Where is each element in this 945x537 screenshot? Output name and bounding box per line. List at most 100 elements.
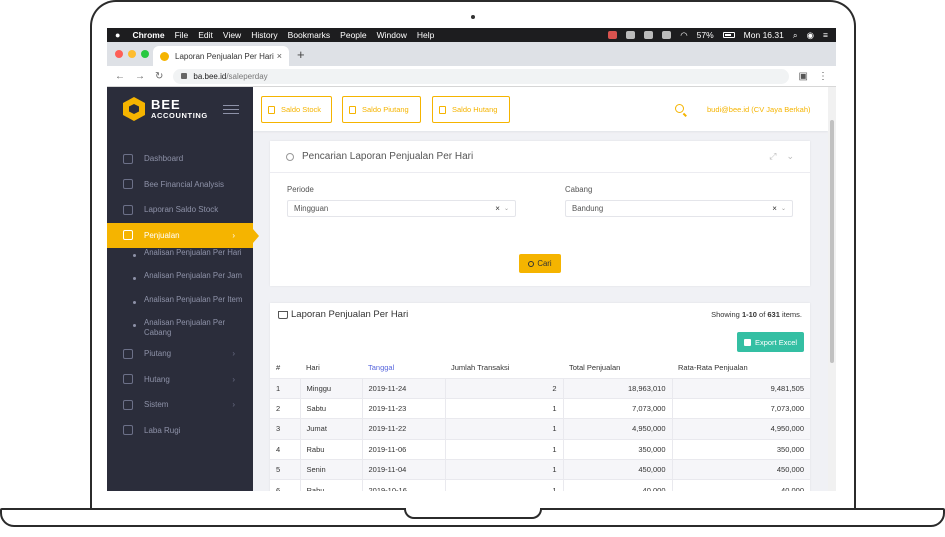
sidebar-item-label: Hutang (144, 374, 170, 384)
sidebar-item-sistem[interactable]: Sistem › (107, 392, 253, 418)
feather-icon[interactable] (644, 31, 654, 39)
col-tanggal-sort[interactable]: Tanggal (362, 358, 445, 379)
table-cell: 2019-11-23 (362, 398, 446, 420)
sidebar-item-saldo-stock[interactable]: Laporan Saldo Stock (107, 197, 253, 223)
table-cell: 4,950,000 (672, 418, 810, 440)
battery-percent: 57% (696, 30, 714, 40)
cart-icon (278, 310, 288, 319)
list-icon[interactable]: ≡ (823, 30, 828, 40)
table-cell: 2 (270, 398, 301, 420)
excel-icon (743, 338, 751, 346)
user-icon[interactable]: ◉ (807, 30, 814, 41)
hamburger-icon[interactable] (223, 104, 239, 114)
toolbar-right: ▣ ⋮ (799, 71, 828, 82)
chevron-icon: › (232, 230, 235, 240)
search-icon[interactable] (675, 104, 684, 113)
table-cell: 450,000 (563, 459, 673, 481)
screen: ● Chrome File Edit View History Bookmark… (107, 28, 836, 491)
wifi-icon[interactable]: ◠ (680, 30, 687, 41)
sidebar-item-financial-analysis[interactable]: Bee Financial Analysis (107, 172, 253, 198)
menu-people[interactable]: People (340, 30, 366, 40)
address-bar[interactable]: ba.bee.id/saleperday (173, 68, 789, 84)
clear-icon[interactable]: × (772, 204, 777, 213)
table-cell: 9,481,505 (672, 378, 810, 399)
browser-tab[interactable]: Laporan Penjualan Per Hari × (153, 46, 289, 66)
reload-icon[interactable]: ↻ (155, 71, 163, 82)
app: BEE ACCOUNTING Dashboard Bee Financial A… (107, 87, 836, 491)
battery-icon[interactable] (722, 32, 735, 38)
user-account[interactable]: budi@bee.id (CV Jaya Berkah) (707, 105, 811, 114)
table-cell: 4 (270, 439, 301, 461)
table-cell: 7,073,000 (563, 398, 673, 420)
hutang-icon (439, 105, 446, 114)
saldo-piutang-button[interactable]: Saldo Piutang (342, 96, 421, 123)
more-menu-icon[interactable]: ⋮ (818, 71, 828, 82)
brand: BEE ACCOUNTING (107, 87, 253, 131)
close-tab-icon[interactable]: × (277, 51, 282, 61)
chevron-down-icon[interactable]: ⌄ (781, 205, 786, 212)
cabang-value: Bandung (572, 204, 604, 213)
profile-icon[interactable]: ▣ (799, 71, 808, 82)
export-excel-button[interactable]: Export Excel (737, 332, 804, 352)
panel-tools: ⤢ ⌄ (769, 151, 794, 162)
table-cell: 2019-10-16 (362, 479, 446, 491)
collapse-icon[interactable]: ⌄ (786, 151, 794, 162)
search-icon[interactable]: ⌕ (793, 30, 798, 41)
back-icon[interactable]: ← (115, 71, 125, 82)
expand-icon[interactable]: ⤢ (769, 151, 776, 162)
close-window-button[interactable] (115, 50, 123, 58)
menu-edit[interactable]: Edit (198, 30, 213, 40)
piutang-icon (123, 348, 133, 359)
sidebar-item-penjualan[interactable]: Penjualan › (107, 222, 259, 248)
sidebar-item-label: Laporan Saldo Stock (144, 205, 219, 215)
tool-icon[interactable] (662, 31, 672, 39)
saldo-hutang-button[interactable]: Saldo Hutang (432, 96, 510, 123)
button-label: Cari (537, 259, 552, 268)
clear-icon[interactable]: × (495, 204, 500, 213)
clock[interactable]: Mon 16.31 (744, 30, 784, 40)
minimize-window-button[interactable] (128, 50, 136, 58)
menu-view[interactable]: View (223, 30, 241, 40)
stock-icon (123, 204, 133, 215)
status-icon[interactable] (626, 31, 636, 39)
cabang-select[interactable]: Bandung × ⌄ (565, 200, 793, 217)
sidebar-subitem-per-hari[interactable]: Analisan Penjualan Per Hari (107, 248, 253, 271)
camera-dot (471, 15, 475, 19)
menu-chrome[interactable]: Chrome (132, 30, 164, 40)
brand-text: BEE ACCOUNTING (151, 98, 208, 120)
sidebar-subitem-per-jam[interactable]: Analisan Penjualan Per Jam (107, 271, 253, 294)
tab-title: Laporan Penjualan Per Hari (175, 51, 274, 61)
menubar-status: ◠ 57% Mon 16.31 ⌕ ◉ ≡ (608, 30, 828, 41)
menu-help[interactable]: Help (417, 30, 434, 40)
menu-history[interactable]: History (251, 30, 277, 40)
new-tab-button[interactable]: + (297, 47, 305, 62)
scrollbar-thumb[interactable] (830, 120, 834, 363)
showing-mid: of (756, 310, 768, 319)
periode-select[interactable]: Mingguan × ⌄ (287, 200, 516, 217)
table-row: 6 Rabu 2019-10-16 1 40,000 40,000 (270, 479, 810, 491)
sidebar-item-laba-rugi[interactable]: Laba Rugi (107, 418, 253, 444)
menu-file[interactable]: File (175, 30, 189, 40)
table-cell: 2019-11-06 (362, 439, 446, 461)
sidebar-item-hutang[interactable]: Hutang › (107, 367, 253, 393)
button-label: Saldo Hutang (452, 105, 498, 114)
table-cell: 1 (445, 459, 564, 481)
cabang-label: Cabang (565, 185, 593, 194)
bee-logo-icon (123, 97, 145, 121)
saldo-stock-button[interactable]: Saldo Stock (261, 96, 332, 123)
sidebar-subitem-per-cabang[interactable]: Analisan Penjualan Per Cabang (107, 318, 253, 341)
sidebar-item-dashboard[interactable]: Dashboard (107, 146, 253, 172)
apple-icon[interactable]: ● (115, 30, 120, 40)
table-cell: Jumat (300, 418, 363, 440)
forward-icon[interactable]: → (135, 71, 145, 82)
app-status-icon[interactable] (608, 31, 618, 39)
chevron-down-icon[interactable]: ⌄ (504, 205, 509, 212)
sidebar-subitem-per-item[interactable]: Analisan Penjualan Per Item (107, 295, 253, 318)
maximize-window-button[interactable] (141, 50, 149, 58)
sidebar-item-piutang[interactable]: Piutang › (107, 341, 253, 367)
button-label: Saldo Piutang (362, 105, 409, 114)
cari-button[interactable]: Cari (519, 254, 561, 273)
menu-bookmarks[interactable]: Bookmarks (288, 30, 331, 40)
menu-window[interactable]: Window (377, 30, 407, 40)
showing-range: 1-10 (741, 310, 757, 319)
